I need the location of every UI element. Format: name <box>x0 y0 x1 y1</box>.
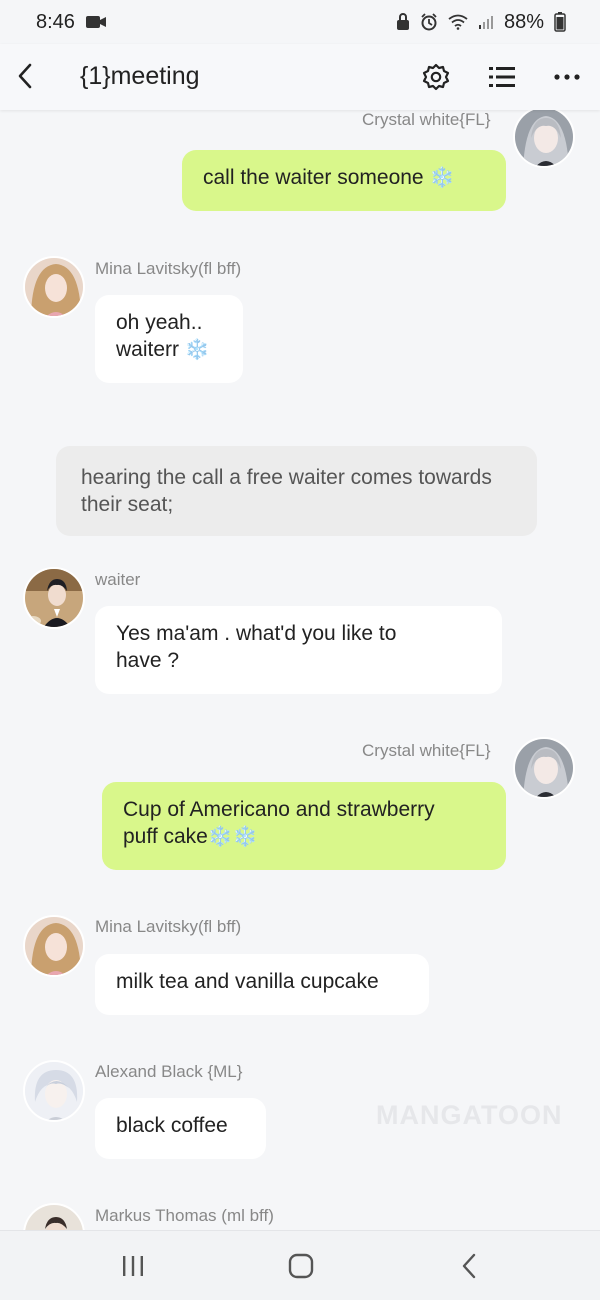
status-bar: 8:46 88% <box>0 0 600 44</box>
message-bubble[interactable]: Yes ma'am . what'd you like to have ? <box>95 606 502 694</box>
message-text-line: puff cake <box>123 825 208 848</box>
alarm-icon <box>420 13 438 31</box>
gear-icon <box>422 63 450 91</box>
avatar-crystal[interactable] <box>513 110 575 168</box>
snowflake-icon: ❄️ <box>184 339 210 361</box>
avatar-markus[interactable] <box>23 1203 85 1230</box>
chat-title: {1}meeting <box>80 62 200 90</box>
back-nav-button[interactable] <box>449 1251 489 1281</box>
back-button[interactable] <box>10 58 40 94</box>
status-time: 8:46 <box>36 10 75 33</box>
settings-button[interactable] <box>419 60 453 94</box>
more-icon <box>554 74 580 80</box>
message-text-line: Cup of Americano and strawberry <box>123 798 435 821</box>
list-icon <box>489 67 515 87</box>
message-bubble[interactable]: oh yeah.. waiterr ❄️ <box>95 295 243 383</box>
message-text: call the waiter someone <box>203 166 424 189</box>
back-icon <box>18 63 32 89</box>
battery-percent: 88% <box>503 10 544 33</box>
back-nav-icon <box>462 1253 476 1279</box>
narration-bubble[interactable]: hearing the call a free waiter comes tow… <box>56 446 537 536</box>
avatar-mina[interactable] <box>23 256 85 318</box>
recent-apps-button[interactable] <box>113 1251 153 1281</box>
chat-messages[interactable]: Crystal white{FL} call the waiter someon… <box>0 110 600 1230</box>
snowflake-icon: ❄️❄️ <box>207 826 258 848</box>
watermark-logo: MANGATOON <box>376 1100 563 1130</box>
recent-apps-icon <box>123 1256 143 1276</box>
home-button[interactable] <box>281 1251 321 1281</box>
message-bubble[interactable]: black coffee <box>95 1098 266 1159</box>
message-bubble[interactable]: call the waiter someone ❄️ <box>182 150 506 211</box>
sender-name: Crystal white{FL} <box>362 741 491 760</box>
message-text-line: Yes ma'am . what'd you like to <box>116 622 397 645</box>
message-bubble[interactable]: Cup of Americano and strawberry puff cak… <box>102 782 506 870</box>
avatar-alexand[interactable] <box>23 1060 85 1122</box>
message-text-line: waiterr <box>116 338 180 361</box>
sender-name: Crystal white{FL} <box>362 110 491 129</box>
sender-name: Mina Lavitsky(fl bff) <box>95 917 242 936</box>
home-icon <box>288 1253 314 1279</box>
avatar-waiter[interactable] <box>23 567 85 629</box>
sender-name: Alexand Black {ML} <box>95 1062 243 1081</box>
list-button[interactable] <box>485 60 519 94</box>
signal-icon <box>478 14 494 30</box>
snowflake-icon: ❄️ <box>429 167 455 189</box>
sender-name: Mina Lavitsky(fl bff) <box>95 259 242 278</box>
message-bubble[interactable]: milk tea and vanilla cupcake <box>95 954 429 1015</box>
status-right: 88% <box>396 11 566 34</box>
lock-icon <box>396 13 410 31</box>
message-text-line: oh yeah.. <box>116 311 203 334</box>
sender-name: waiter <box>95 570 141 589</box>
narration-text: hearing the call a free waiter comes tow… <box>81 466 492 516</box>
avatar-crystal[interactable] <box>513 737 575 799</box>
battery-icon <box>554 12 566 32</box>
chat-header: {1}meeting <box>0 44 600 110</box>
navigation-bar <box>0 1230 600 1300</box>
video-icon <box>85 14 107 30</box>
more-button[interactable] <box>550 60 584 94</box>
avatar-mina[interactable] <box>23 915 85 977</box>
message-text: black coffee <box>116 1114 228 1137</box>
message-text: milk tea and vanilla cupcake <box>116 970 379 993</box>
status-left: 8:46 <box>36 11 107 34</box>
sender-name: Markus Thomas (ml bff) <box>95 1206 274 1225</box>
message-text-line: have ? <box>116 649 180 672</box>
wifi-icon <box>448 14 468 30</box>
